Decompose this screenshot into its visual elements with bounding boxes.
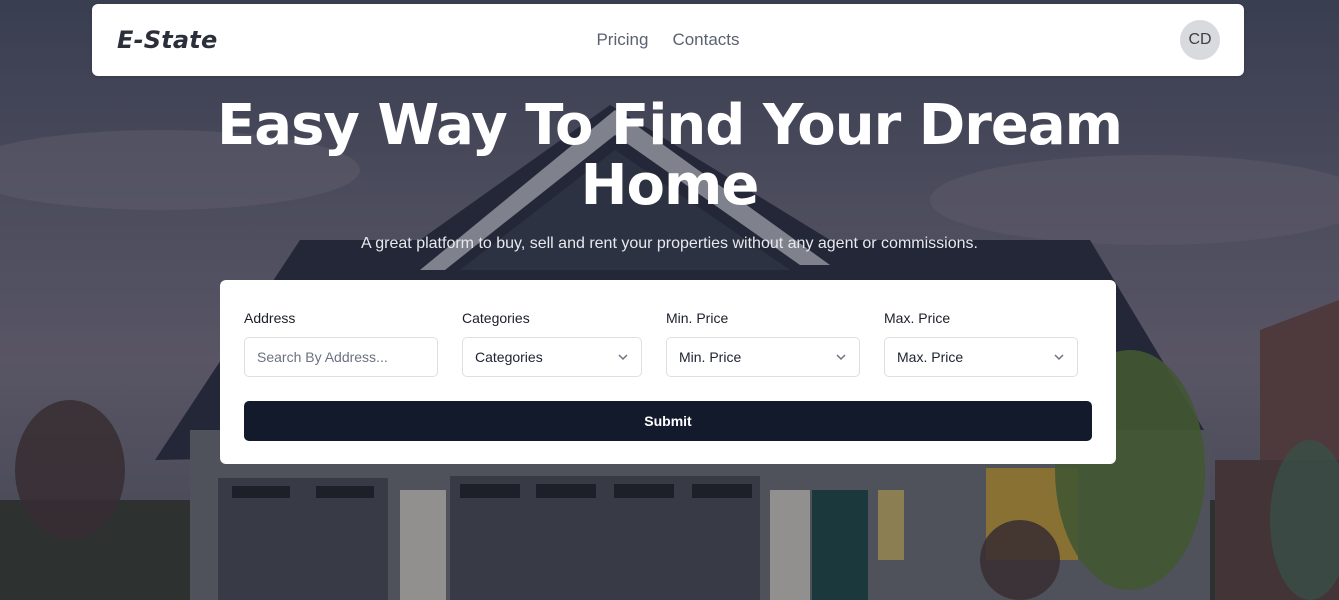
address-field-group: Address — [244, 304, 438, 377]
address-search-input[interactable] — [244, 337, 438, 377]
max-price-select[interactable]: Max. Price — [884, 337, 1078, 377]
chevron-down-icon — [618, 354, 628, 361]
search-form: Address Categories Categories Min. Price… — [220, 280, 1116, 464]
nav-links: Pricing Contacts — [596, 30, 739, 50]
nav-link-pricing[interactable]: Pricing — [596, 30, 648, 50]
max-price-label: Max. Price — [884, 310, 951, 326]
max-price-field-group: Max. Price Max. Price — [884, 304, 1078, 377]
min-price-field-group: Min. Price Min. Price — [666, 304, 860, 377]
chevron-down-icon — [836, 354, 846, 361]
hero-title-line-1: Easy Way To Find Your Dream — [217, 93, 1123, 158]
user-avatar[interactable]: CD — [1180, 20, 1220, 60]
logo[interactable]: E-State — [117, 26, 217, 54]
search-fields: Address Categories Categories Min. Price… — [244, 304, 1092, 377]
chevron-down-icon — [1054, 354, 1064, 361]
hero-title: Easy Way To Find Your Dream Home — [0, 96, 1339, 216]
max-price-selected-value: Max. Price — [897, 349, 964, 365]
navbar: E-State Pricing Contacts CD — [92, 4, 1244, 76]
hero-title-line-2: Home — [580, 153, 760, 218]
min-price-selected-value: Min. Price — [679, 349, 742, 365]
hero-subtitle: A great platform to buy, sell and rent y… — [361, 235, 978, 252]
min-price-label: Min. Price — [666, 310, 729, 326]
address-label: Address — [244, 310, 296, 326]
categories-field-group: Categories Categories — [462, 304, 642, 377]
categories-label: Categories — [462, 310, 530, 326]
nav-link-contacts[interactable]: Contacts — [672, 30, 739, 50]
categories-select[interactable]: Categories — [462, 337, 642, 377]
categories-selected-value: Categories — [475, 349, 543, 365]
min-price-select[interactable]: Min. Price — [666, 337, 860, 377]
submit-button[interactable]: Submit — [244, 401, 1092, 441]
